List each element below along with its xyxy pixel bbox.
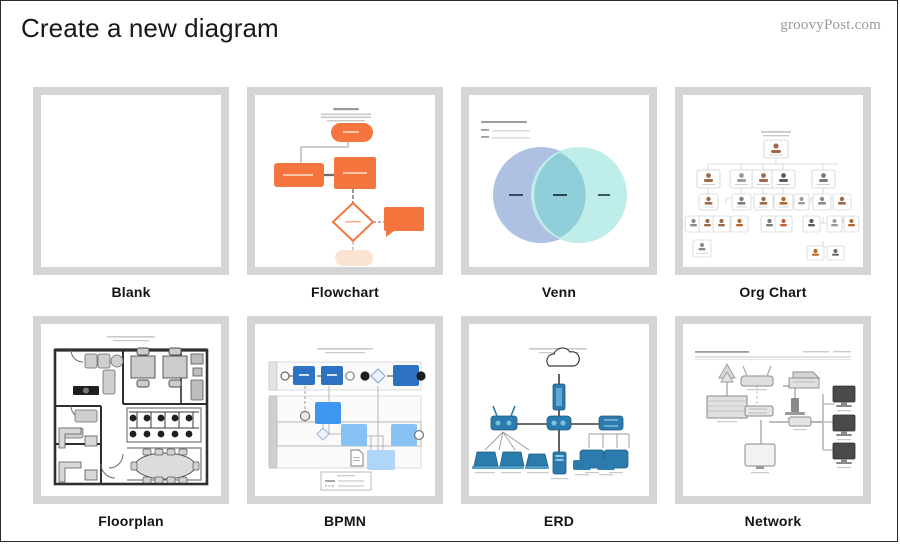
org-chart-thumbnail-frame[interactable] <box>675 87 871 275</box>
erd-firewall-node <box>552 383 566 411</box>
bpmn-thumbnail-frame[interactable] <box>247 316 443 504</box>
org-chart-icon <box>683 95 863 267</box>
template-card-network[interactable]: Network <box>675 316 871 529</box>
bpmn-icon <box>255 324 435 496</box>
floorplan-icon <box>41 324 221 496</box>
create-diagram-dialog: Create a new diagram groovyPost.com Blan… <box>0 0 898 542</box>
page-title: Create a new diagram <box>21 13 279 43</box>
card-label-org-chart: Org Chart <box>739 284 807 300</box>
bpmn-legend <box>320 471 372 491</box>
bpmn-data-object <box>350 449 364 467</box>
erd-router-center <box>546 415 572 431</box>
network-thumbnail <box>683 324 863 496</box>
template-card-flowchart[interactable]: Flowchart <box>247 87 443 300</box>
template-grid: Blank Flowchart Venn Org Chart Floorplan… <box>33 87 871 529</box>
bpmn-start-event <box>280 371 290 381</box>
flowchart-icon <box>255 95 435 267</box>
template-card-org-chart[interactable]: Org Chart <box>675 87 871 300</box>
bpmn-intermediate-event <box>345 371 355 381</box>
org-chart-thumbnail <box>683 95 863 267</box>
floorplan-thumbnail <box>41 324 221 496</box>
template-card-bpmn[interactable]: BPMN <box>247 316 443 529</box>
network-icon <box>683 324 863 496</box>
bpmn-thumbnail <box>255 324 435 496</box>
network-server-rack-node <box>706 395 748 423</box>
bpmn-task-5 <box>341 424 367 446</box>
floorplan-thumbnail-frame[interactable] <box>33 316 229 504</box>
card-label-network: Network <box>744 513 802 529</box>
bpmn-end-event <box>416 371 426 381</box>
end-terminator-shape <box>335 250 373 266</box>
bpmn-task-3 <box>393 365 419 386</box>
network-firewall-node <box>788 371 821 389</box>
flowchart-thumbnail <box>255 95 435 267</box>
erd-switch-right <box>598 415 624 431</box>
template-card-erd[interactable]: ERD <box>461 316 657 529</box>
network-monitor-group <box>832 385 856 469</box>
card-label-erd: ERD <box>543 513 575 529</box>
bpmn-task-4 <box>315 402 341 424</box>
bpmn-end-event-black <box>360 371 370 381</box>
venn-thumbnail-frame[interactable] <box>461 87 657 275</box>
erd-thumbnail-frame[interactable] <box>461 316 657 504</box>
blank-canvas-thumbnail <box>41 95 221 267</box>
template-card-floorplan[interactable]: Floorplan <box>33 316 229 529</box>
bpmn-task-6 <box>391 424 417 446</box>
blank-thumbnail-frame[interactable] <box>33 87 229 275</box>
erd-icon <box>469 324 649 496</box>
network-switch-node <box>744 405 774 417</box>
card-label-blank: Blank <box>111 284 151 300</box>
bpmn-end-event-mid <box>413 429 425 441</box>
bpmn-task-7 <box>367 450 395 470</box>
blank-canvas-icon <box>41 95 221 267</box>
erd-thumbnail <box>469 324 649 496</box>
template-card-venn[interactable]: Venn <box>461 87 657 300</box>
card-label-bpmn: BPMN <box>323 513 367 529</box>
bpmn-message-event <box>299 410 311 422</box>
card-label-flowchart: Flowchart <box>311 284 379 300</box>
card-label-venn: Venn <box>541 284 577 300</box>
template-card-blank[interactable]: Blank <box>33 87 229 300</box>
venn-thumbnail <box>469 95 649 267</box>
watermark: groovyPost.com <box>780 17 881 33</box>
card-label-floorplan: Floorplan <box>98 513 164 529</box>
flowchart-thumbnail-frame[interactable] <box>247 87 443 275</box>
network-thumbnail-frame[interactable] <box>675 316 871 504</box>
venn-icon <box>469 95 649 267</box>
